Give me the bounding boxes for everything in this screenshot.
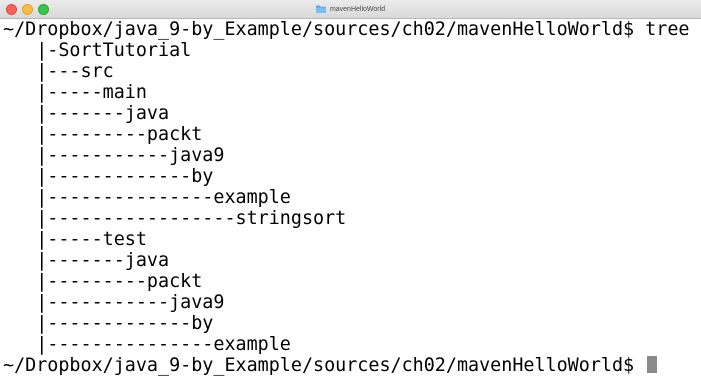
window-title-group: mavenHelloWorld — [0, 0, 701, 18]
tree-line: |-SortTutorial — [3, 40, 192, 61]
command-line: ~/Dropbox/java_9-by_Example/sources/ch02… — [3, 19, 690, 40]
tree-line: |---------------example — [3, 334, 291, 355]
tree-line: |---------packt — [3, 124, 203, 145]
window-title: mavenHelloWorld — [329, 5, 386, 13]
tree-line: |-----------------stringsort — [3, 208, 347, 229]
text-cursor — [647, 356, 658, 373]
tree-line: |-----------java9 — [3, 145, 225, 166]
terminal-window: mavenHelloWorld ~/Dropbox/java_9-by_Exam… — [0, 0, 701, 379]
tree-line: |-------java — [3, 103, 170, 124]
folder-icon — [315, 5, 326, 13]
prompt-line[interactable]: ~/Dropbox/java_9-by_Example/sources/ch02… — [3, 355, 658, 376]
shell-prompt: ~/Dropbox/java_9-by_Example/sources/ch02… — [3, 355, 646, 376]
tree-line: |-----test — [3, 229, 147, 250]
title-bar[interactable]: mavenHelloWorld — [0, 0, 701, 19]
tree-line: |---------packt — [3, 271, 203, 292]
tree-line: |-------java — [3, 250, 170, 271]
tree-line: |-------------by — [3, 166, 214, 187]
tree-line: |---src — [3, 61, 114, 82]
tree-line: |-----main — [3, 82, 147, 103]
tree-line: |---------------example — [3, 187, 291, 208]
tree-line: |-------------by — [3, 313, 214, 334]
tree-line: |-----------java9 — [3, 292, 225, 313]
terminal-output[interactable]: ~/Dropbox/java_9-by_Example/sources/ch02… — [0, 19, 701, 379]
